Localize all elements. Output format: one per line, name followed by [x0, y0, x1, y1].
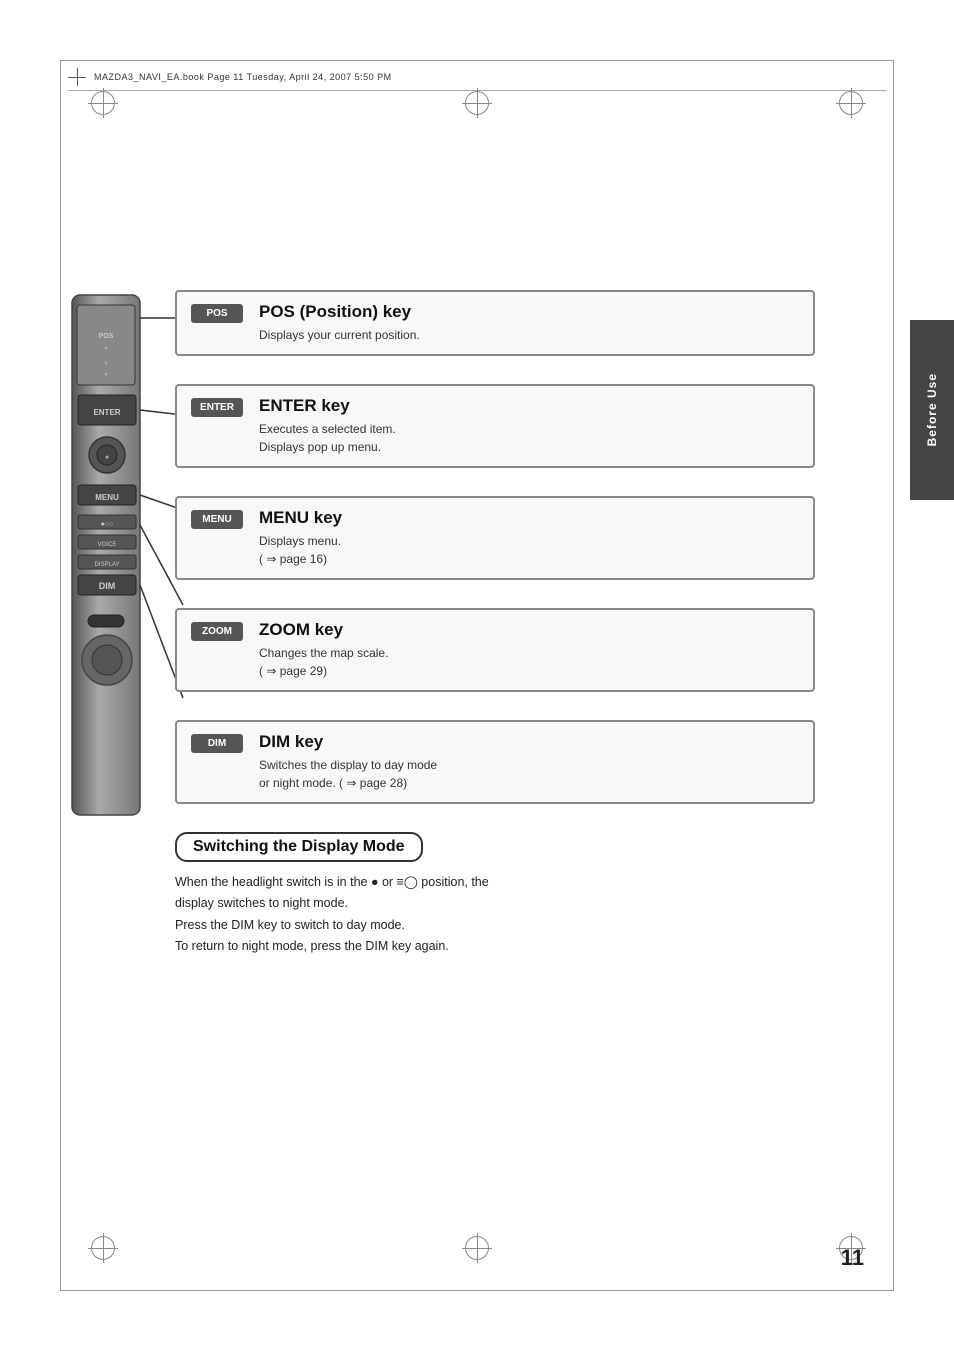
svg-text:●: ● [105, 454, 109, 461]
dim-key-info: DIM key Switches the display to day mode… [259, 732, 799, 792]
menu-key-desc: Displays menu.( ⇒ page 16) [259, 532, 799, 568]
enter-key-desc: Executes a selected item.Displays pop up… [259, 420, 799, 456]
svg-text:DISPLAY: DISPLAY [95, 562, 120, 568]
enter-badge: ENTER [191, 398, 243, 417]
svg-text:●: ● [104, 346, 108, 352]
display-mode-title: Switching the Display Mode [175, 832, 423, 862]
dim-key-box: DIM DIM key Switches the display to day … [175, 720, 815, 804]
enter-key-box: ENTER ENTER key Executes a selected item… [175, 384, 815, 468]
pos-key-box: POS POS (Position) key Displays your cur… [175, 290, 815, 356]
reg-mark-bottom-center [462, 1233, 492, 1263]
menu-key-title: MENU key [259, 508, 799, 528]
display-mode-text: When the headlight switch is in the ● or… [175, 872, 815, 957]
pos-key-desc: Displays your current position. [259, 326, 799, 344]
svg-text:MENU: MENU [95, 493, 119, 502]
menu-badge: MENU [191, 510, 243, 529]
zoom-key-box: ZOOM ZOOM key Changes the map scale.( ⇒ … [175, 608, 815, 692]
enter-key-title: ENTER key [259, 396, 799, 416]
svg-text:DIM: DIM [99, 581, 116, 591]
pos-key-info: POS (Position) key Displays your current… [259, 302, 799, 344]
svg-text:●: ● [104, 372, 108, 378]
zoom-badge: ZOOM [191, 622, 243, 641]
dim-key-title: DIM key [259, 732, 799, 752]
header-text: MAZDA3_NAVI_EA.book Page 11 Tuesday, Apr… [94, 72, 392, 82]
page-number: 11 [841, 1245, 864, 1271]
menu-key-box: MENU MENU key Displays menu.( ⇒ page 16) [175, 496, 815, 580]
reg-mark-top-right [836, 88, 866, 118]
dim-badge: DIM [191, 734, 243, 753]
svg-text:VOICE: VOICE [98, 542, 117, 548]
pos-key-title: POS (Position) key [259, 302, 799, 322]
reg-mark-top-left [88, 88, 118, 118]
reg-mark-top-center [462, 88, 492, 118]
side-tab-label: Before Use [925, 373, 939, 446]
svg-text:●○○: ●○○ [101, 521, 114, 528]
enter-key-info: ENTER key Executes a selected item.Displ… [259, 396, 799, 456]
menu-key-info: MENU key Displays menu.( ⇒ page 16) [259, 508, 799, 568]
zoom-key-title: ZOOM key [259, 620, 799, 640]
header-crosshair-icon [68, 68, 86, 86]
zoom-key-info: ZOOM key Changes the map scale.( ⇒ page … [259, 620, 799, 680]
svg-text:POS: POS [99, 333, 114, 340]
main-content: POS POS (Position) key Displays your cur… [175, 290, 815, 957]
pos-badge: POS [191, 304, 243, 323]
svg-text:ENTER: ENTER [93, 408, 120, 417]
zoom-key-desc: Changes the map scale.( ⇒ page 29) [259, 644, 799, 680]
side-tab-before-use: Before Use [910, 320, 954, 500]
reg-mark-bottom-left [88, 1233, 118, 1263]
svg-text:●: ● [104, 361, 108, 367]
dim-key-desc: Switches the display to day modeor night… [259, 756, 799, 792]
display-mode-section: Switching the Display Mode When the head… [175, 832, 815, 957]
